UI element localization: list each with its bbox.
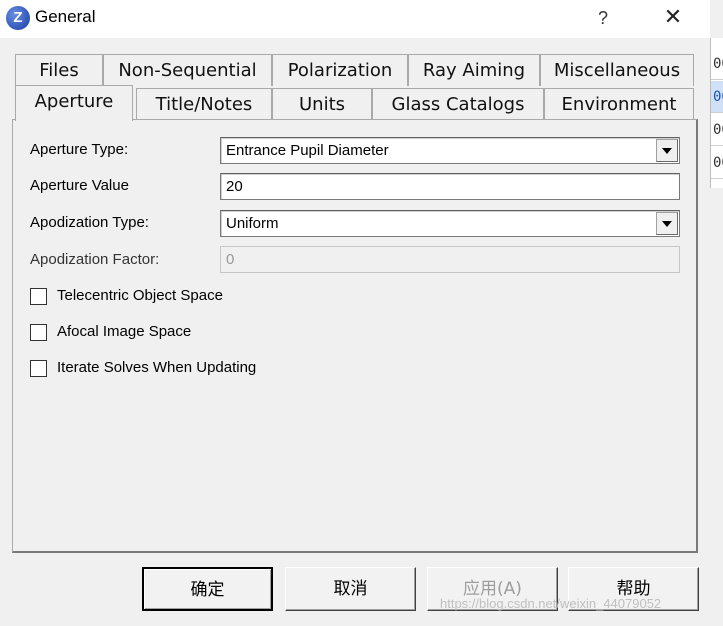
iterate-solves-checkbox[interactable] bbox=[30, 360, 47, 377]
tab-glass-catalogs[interactable]: Glass Catalogs bbox=[372, 88, 544, 120]
tab-units[interactable]: Units bbox=[272, 88, 372, 120]
tab-polarization[interactable]: Polarization bbox=[272, 54, 408, 86]
background-cell-selected: 00 bbox=[711, 81, 723, 113]
tab-files[interactable]: Files bbox=[15, 54, 103, 86]
apodization-type-select[interactable]: Uniform bbox=[220, 210, 680, 237]
tab-aperture[interactable]: Aperture bbox=[15, 85, 133, 121]
apodization-type-dropdown-button[interactable] bbox=[656, 212, 678, 235]
aperture-value-input[interactable]: 20 bbox=[220, 173, 680, 200]
window-title: General bbox=[35, 7, 96, 26]
afocal-image-space-checkbox[interactable] bbox=[30, 324, 47, 341]
background-cell: 00 bbox=[711, 147, 723, 179]
telecentric-object-space-label: Telecentric Object Space bbox=[57, 287, 223, 304]
apodization-type-value: Uniform bbox=[226, 215, 279, 232]
aperture-type-dropdown-button[interactable] bbox=[656, 139, 678, 162]
aperture-type-value: Entrance Pupil Diameter bbox=[226, 142, 389, 159]
ok-button[interactable]: 确定 bbox=[142, 567, 273, 611]
telecentric-object-space-checkbox[interactable] bbox=[30, 288, 47, 305]
zemax-logo-icon: Z bbox=[6, 6, 30, 30]
tab-ray-aiming[interactable]: Ray Aiming bbox=[408, 54, 540, 86]
cancel-button[interactable]: 取消 bbox=[285, 567, 416, 611]
tab-environment[interactable]: Environment bbox=[544, 88, 694, 120]
close-button[interactable]: ✕ bbox=[650, 2, 696, 34]
tab-title-notes[interactable]: Title/Notes bbox=[136, 88, 272, 120]
background-cell: 00 bbox=[711, 48, 723, 80]
title-bar: Z General ? ✕ bbox=[0, 0, 710, 38]
aperture-type-select[interactable]: Entrance Pupil Diameter bbox=[220, 137, 680, 164]
help-question-button[interactable]: ? bbox=[588, 2, 618, 34]
tab-non-sequential[interactable]: Non-Sequential bbox=[103, 54, 272, 86]
chevron-down-icon bbox=[662, 148, 672, 154]
background-spreadsheet-edge: 00 00 00 00 bbox=[710, 38, 723, 188]
watermark-text: https://blog.csdn.net/weixin_44079052 bbox=[440, 596, 662, 611]
chevron-down-icon bbox=[662, 221, 672, 227]
background-cell: 00 bbox=[711, 114, 723, 146]
tab-miscellaneous[interactable]: Miscellaneous bbox=[540, 54, 694, 86]
afocal-image-space-label: Afocal Image Space bbox=[57, 323, 192, 340]
iterate-solves-label: Iterate Solves When Updating bbox=[57, 359, 257, 376]
